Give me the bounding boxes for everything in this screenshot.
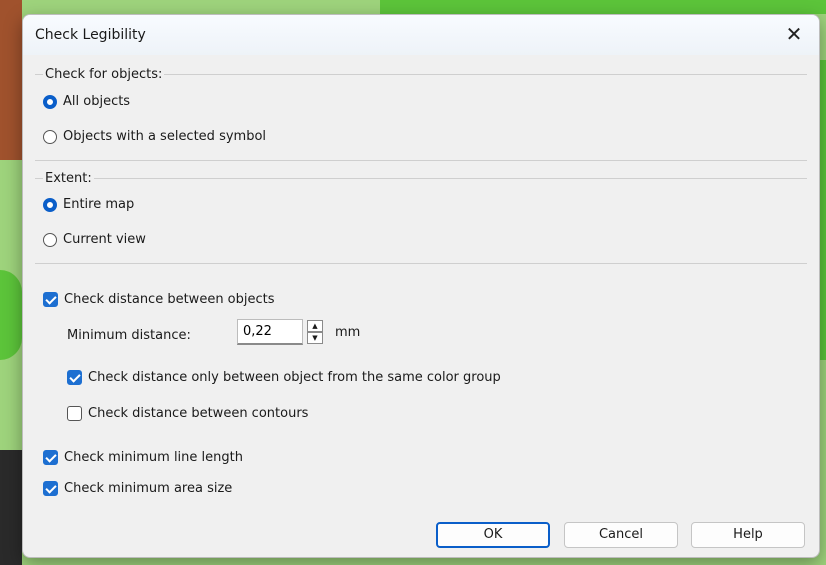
radio-all-objects-label: All objects (63, 94, 131, 109)
checkbox[interactable] (67, 406, 82, 421)
map-brown-area (0, 0, 22, 160)
check-minimum-area-size[interactable]: Check minimum area size (43, 481, 232, 496)
radio-button[interactable] (43, 197, 57, 212)
minimum-distance-input[interactable] (237, 319, 303, 345)
dialog-title: Check Legibility (35, 27, 146, 43)
map-green-area (0, 270, 22, 360)
checkbox[interactable] (67, 370, 82, 385)
close-icon[interactable]: ✕ (781, 21, 807, 47)
radio-selected-symbol[interactable]: Objects with a selected symbol (43, 129, 266, 144)
radio-current-view-label: Current view (63, 232, 146, 247)
radio-button[interactable] (43, 129, 57, 144)
map-dark-line (0, 450, 22, 565)
line-length-label: Check minimum line length (64, 450, 243, 465)
minimum-distance-label: Minimum distance: (67, 328, 191, 343)
radio-all-objects[interactable]: All objects (43, 94, 130, 109)
radio-entire-map-label: Entire map (63, 197, 135, 212)
area-size-label: Check minimum area size (64, 481, 233, 496)
check-minimum-line-length[interactable]: Check minimum line length (43, 450, 243, 465)
check-same-color-label: Check distance only between object from … (88, 370, 501, 385)
check-contours-label: Check distance between contours (88, 406, 309, 421)
spin-down-button[interactable]: ▼ (307, 332, 323, 344)
cancel-button[interactable]: Cancel (564, 522, 678, 548)
check-distance-contours[interactable]: Check distance between contours (67, 406, 308, 421)
radio-button[interactable] (43, 94, 57, 109)
ok-button[interactable]: OK (436, 522, 550, 548)
extent-group: Extent: (35, 171, 807, 264)
radio-button[interactable] (43, 232, 57, 247)
help-button[interactable]: Help (691, 522, 805, 548)
extent-label: Extent: (43, 171, 94, 186)
radio-selected-symbol-label: Objects with a selected symbol (63, 129, 267, 144)
check-distance-between-objects[interactable]: Check distance between objects (43, 292, 275, 307)
spin-up-button[interactable]: ▲ (307, 320, 323, 332)
check-legibility-dialog: Check Legibility ✕ Check for objects: Al… (22, 14, 820, 558)
title-bar: Check Legibility ✕ (23, 15, 819, 55)
check-for-objects-group: Check for objects: (35, 67, 807, 161)
checkbox[interactable] (43, 450, 58, 465)
check-for-objects-label: Check for objects: (43, 67, 165, 82)
radio-entire-map[interactable]: Entire map (43, 197, 134, 212)
checkbox[interactable] (43, 292, 58, 307)
radio-current-view[interactable]: Current view (43, 232, 146, 247)
distance-unit: mm (335, 325, 361, 340)
check-same-color-group[interactable]: Check distance only between object from … (67, 370, 501, 385)
map-green-top (380, 0, 826, 14)
check-distance-label: Check distance between objects (64, 292, 275, 307)
checkbox[interactable] (43, 481, 58, 496)
